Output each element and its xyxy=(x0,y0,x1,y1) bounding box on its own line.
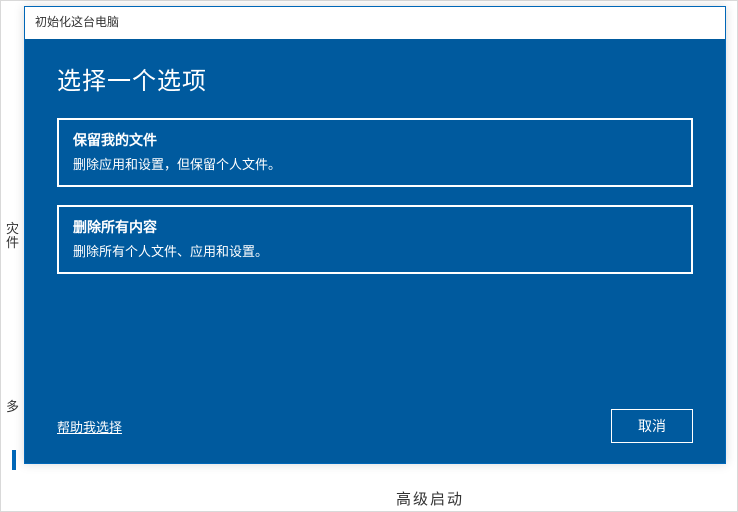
advanced-startup-heading: 高级启动 xyxy=(396,488,464,509)
dialog-footer: 帮助我选择 取消 xyxy=(57,409,693,443)
dialog-body: 选择一个选项 保留我的文件 删除应用和设置，但保留个人文件。 删除所有内容 删除… xyxy=(25,39,725,463)
option-keep-files[interactable]: 保留我的文件 删除应用和设置，但保留个人文件。 xyxy=(57,118,693,187)
dialog-heading: 选择一个选项 xyxy=(57,61,693,96)
bg-fragment-text: 件 xyxy=(6,232,19,251)
option-description: 删除应用和设置，但保留个人文件。 xyxy=(73,154,677,173)
option-remove-everything[interactable]: 删除所有内容 删除所有个人文件、应用和设置。 xyxy=(57,205,693,274)
option-description: 删除所有个人文件、应用和设置。 xyxy=(73,241,677,260)
bg-fragment-text: 多 xyxy=(6,396,19,415)
dialog-title: 初始化这台电脑 xyxy=(35,15,119,29)
reset-pc-dialog: 初始化这台电脑 选择一个选项 保留我的文件 删除应用和设置，但保留个人文件。 删… xyxy=(24,6,726,464)
help-me-choose-link[interactable]: 帮助我选择 xyxy=(57,417,122,436)
option-title: 保留我的文件 xyxy=(73,130,677,150)
option-title: 删除所有内容 xyxy=(73,217,677,237)
dialog-title-bar: 初始化这台电脑 xyxy=(25,7,725,39)
cancel-button[interactable]: 取消 xyxy=(611,409,693,443)
sidebar-accent-bar xyxy=(12,450,16,470)
